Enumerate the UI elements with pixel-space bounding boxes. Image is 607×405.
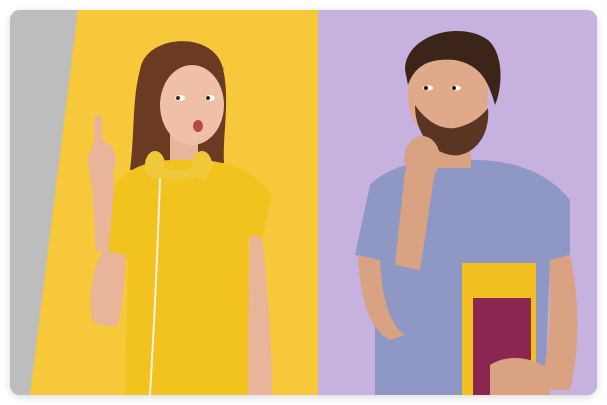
woman-face	[160, 65, 224, 145]
woman-tshirt	[105, 160, 272, 395]
couple-photo	[10, 10, 597, 395]
photo-card	[10, 10, 597, 395]
